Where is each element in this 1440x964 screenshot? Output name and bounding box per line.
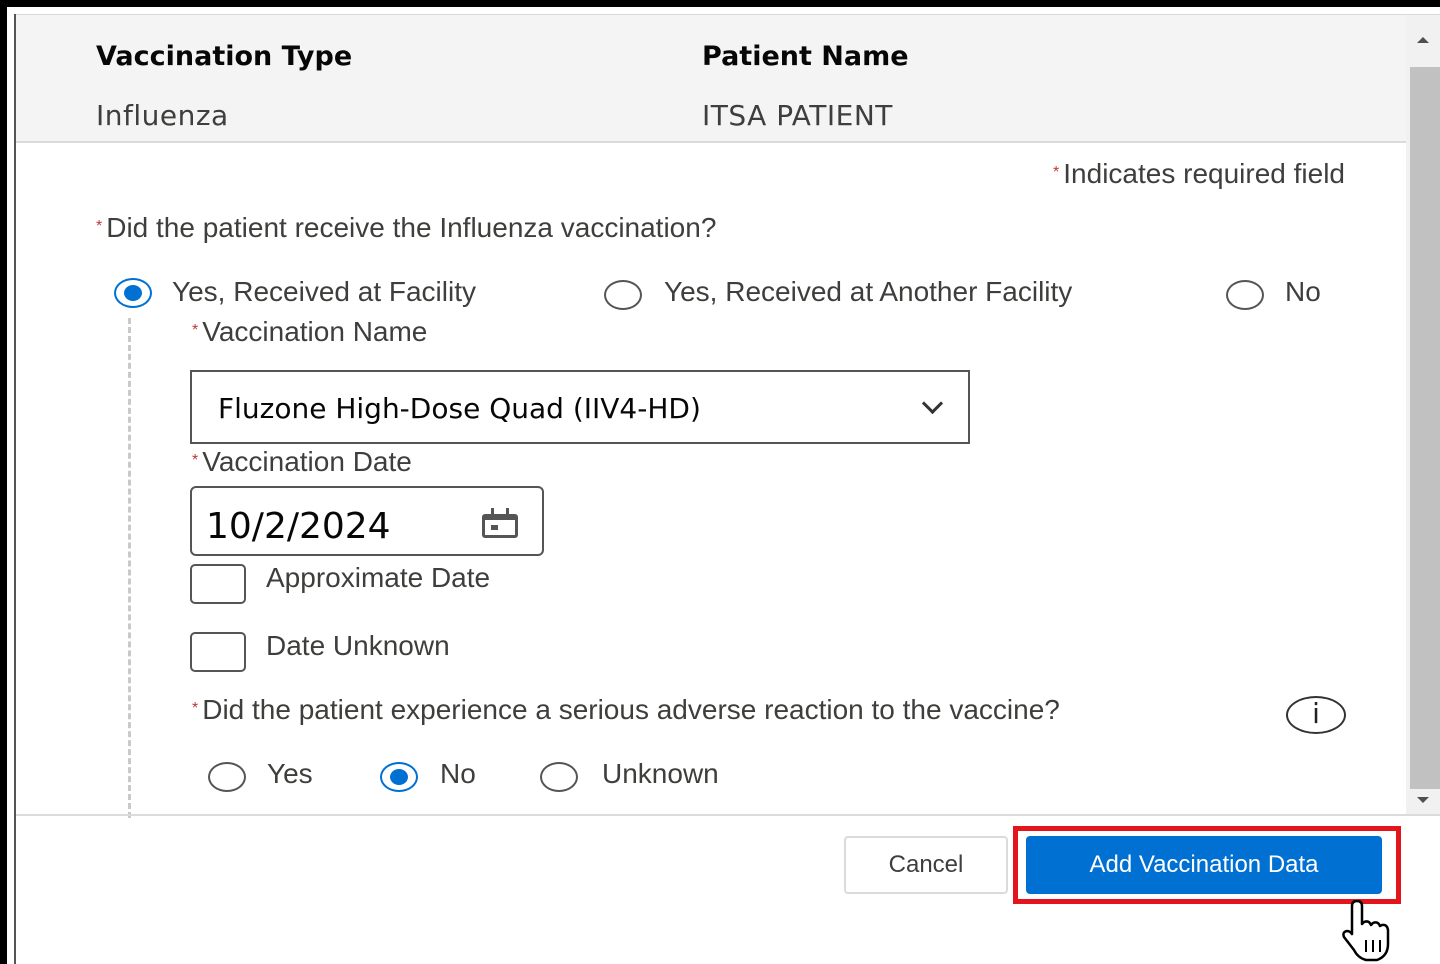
radio-reaction-no[interactable] — [380, 762, 418, 792]
vaccination-type-value: Influenza — [96, 99, 229, 132]
received-option-another-facility-label: Yes, Received at Another Facility — [664, 276, 1073, 307]
scrollbar-thumb[interactable] — [1410, 67, 1440, 789]
vertical-scrollbar[interactable] — [1406, 15, 1440, 814]
reaction-option-no-label: No — [440, 758, 476, 789]
nested-section-guide — [128, 318, 131, 818]
vaccination-date-label: * Vaccination Date — [192, 446, 412, 478]
patient-summary-header: Vaccination Type Influenza Patient Name … — [16, 15, 1406, 143]
received-option-facility-label: Yes, Received at Facility — [172, 276, 476, 307]
radio-reaction-yes[interactable] — [208, 762, 246, 792]
required-marker: * — [192, 322, 199, 339]
approximate-date-label: Approximate Date — [266, 562, 491, 593]
required-note-text: Indicates required field — [1063, 158, 1345, 189]
screenshot-frame — [0, 0, 1440, 964]
calendar-icon[interactable] — [482, 508, 518, 538]
calendar-icon-dot — [491, 525, 498, 530]
scroll-down-arrow-icon[interactable] — [1417, 797, 1429, 803]
vaccination-date-label-text: Vaccination Date — [202, 446, 412, 477]
cancel-button[interactable]: Cancel — [844, 836, 1008, 894]
required-marker: * — [192, 700, 199, 717]
modal-left-border — [14, 14, 16, 964]
reaction-option-yes-label: Yes — [267, 758, 313, 789]
footer-divider — [16, 814, 1440, 816]
radio-received-no[interactable] — [1226, 280, 1264, 310]
reaction-option-unknown-label: Unknown — [602, 758, 719, 789]
approximate-date-checkbox[interactable] — [190, 564, 246, 604]
received-question: * Did the patient receive the Influenza v… — [96, 212, 716, 244]
info-icon[interactable]: i — [1286, 696, 1346, 734]
required-marker: * — [1053, 164, 1060, 181]
reaction-question: * Did the patient experience a serious ad… — [192, 694, 1060, 726]
received-option-no-label: No — [1285, 276, 1321, 307]
date-unknown-label: Date Unknown — [266, 630, 450, 661]
chevron-down-icon — [921, 392, 944, 415]
patient-name-value: ITSA PATIENT — [702, 99, 893, 132]
scroll-up-arrow-icon[interactable] — [1417, 37, 1429, 43]
vaccination-name-label: * Vaccination Name — [192, 316, 427, 348]
vaccination-name-label-text: Vaccination Name — [202, 316, 428, 347]
vaccination-date-input[interactable]: 10/2/2024 — [190, 486, 544, 556]
radio-reaction-unknown[interactable] — [540, 762, 578, 792]
received-question-text: Did the patient receive the Influenza va… — [106, 212, 717, 243]
hand-pointer-cursor-icon — [1342, 900, 1390, 962]
vaccination-name-value: Fluzone High-Dose Quad (IIV4-HD) — [218, 392, 701, 425]
required-field-note: * Indicates required field — [1053, 158, 1345, 190]
required-marker: * — [192, 452, 199, 469]
reaction-question-text: Did the patient experience a serious adv… — [202, 694, 1060, 725]
vaccination-name-select[interactable]: Fluzone High-Dose Quad (IIV4-HD) — [190, 370, 970, 444]
vaccination-type-label: Vaccination Type — [96, 41, 353, 72]
vaccination-date-value: 10/2/2024 — [206, 506, 391, 547]
add-vaccination-data-button[interactable]: Add Vaccination Data — [1026, 836, 1382, 894]
required-marker: * — [96, 218, 103, 235]
radio-received-another-facility[interactable] — [604, 280, 642, 310]
patient-name-label: Patient Name — [702, 41, 909, 72]
date-unknown-checkbox[interactable] — [190, 632, 246, 672]
radio-received-at-facility[interactable] — [114, 278, 152, 308]
